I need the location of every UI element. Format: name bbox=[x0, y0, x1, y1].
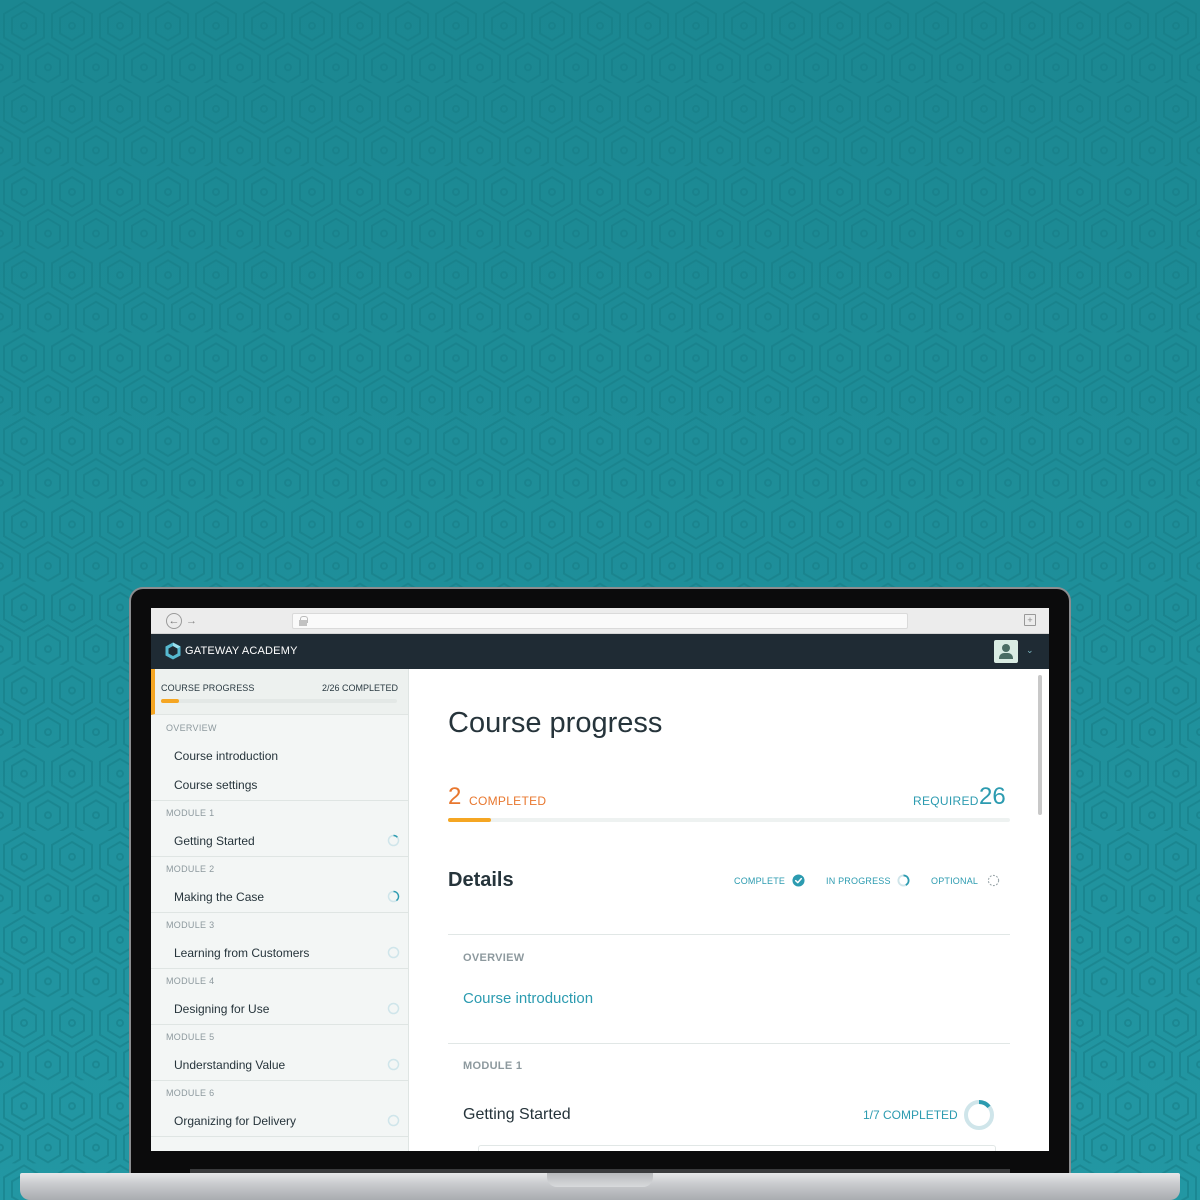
sidebar-divider bbox=[151, 912, 408, 913]
sidebar-progress-fill bbox=[161, 699, 180, 703]
required-label: REQUIRED bbox=[913, 794, 979, 808]
sidebar-section-module-6: MODULE 6 bbox=[166, 1088, 215, 1098]
sidebar-item-designing-for-use[interactable]: Designing for Use bbox=[174, 1002, 269, 1016]
check-circle-icon bbox=[792, 874, 805, 887]
overview-section-label: OVERVIEW bbox=[463, 952, 525, 964]
sidebar-progress-label: COURSE PROGRESS bbox=[161, 683, 255, 693]
progress-ring-icon bbox=[387, 834, 400, 847]
course-introduction-link[interactable]: Course introduction bbox=[463, 990, 593, 1007]
required-count: 26 bbox=[979, 783, 1006, 810]
legend-optional-label: OPTIONAL bbox=[931, 876, 979, 886]
app-header: GATEWAY ACADEMY ⌄ bbox=[151, 634, 1049, 669]
module-progress-ring-icon bbox=[964, 1100, 994, 1130]
chevron-down-icon[interactable]: ⌄ bbox=[1026, 645, 1034, 656]
sidebar-section-module-3: MODULE 3 bbox=[166, 920, 215, 930]
sidebar-divider bbox=[151, 1024, 408, 1025]
address-bar[interactable] bbox=[292, 613, 908, 629]
section-divider bbox=[448, 1043, 1010, 1044]
page-title: Course progress bbox=[448, 707, 663, 739]
completed-label: COMPLETED bbox=[469, 794, 547, 808]
progress-ring-icon bbox=[387, 1002, 400, 1015]
course-progress-track bbox=[448, 818, 1010, 822]
avatar-head bbox=[1002, 644, 1010, 652]
sidebar-divider bbox=[151, 1080, 408, 1081]
browser-toolbar: ← → + bbox=[151, 608, 1049, 634]
progress-ring-icon bbox=[387, 946, 400, 959]
course-progress-fill bbox=[448, 818, 492, 822]
sidebar-section-overview: OVERVIEW bbox=[166, 723, 217, 733]
avatar-body bbox=[999, 653, 1013, 659]
ring-track bbox=[387, 1058, 400, 1071]
progress-ring-icon bbox=[387, 1058, 400, 1071]
sidebar-item-course-settings[interactable]: Course settings bbox=[174, 778, 257, 792]
ring-track bbox=[387, 1114, 400, 1127]
module-1-title[interactable]: Getting Started bbox=[463, 1106, 571, 1124]
sidebar-item-getting-started[interactable]: Getting Started bbox=[174, 834, 255, 848]
completed-count: 2 bbox=[448, 783, 462, 810]
app-title[interactable]: GATEWAY ACADEMY bbox=[185, 644, 298, 658]
legend-complete-label: COMPLETE bbox=[734, 876, 786, 886]
ring-track bbox=[387, 1002, 400, 1015]
main-content: Course progress 2 COMPLETED REQUIRED 26 … bbox=[409, 669, 1049, 1151]
progress-ring-icon bbox=[897, 874, 910, 887]
sidebar-item-organizing-for-delivery[interactable]: Organizing for Delivery bbox=[174, 1114, 296, 1128]
sidebar-divider bbox=[151, 968, 408, 969]
sidebar-divider bbox=[151, 800, 408, 801]
back-arrow-icon[interactable]: ← bbox=[166, 613, 182, 629]
forward-arrow-icon[interactable]: → bbox=[186, 613, 197, 629]
sidebar-progress-panel: COURSE PROGRESS 2/26 COMPLETED bbox=[151, 669, 408, 715]
lock-icon bbox=[299, 616, 308, 626]
user-avatar-icon[interactable] bbox=[994, 640, 1018, 663]
module-1-section-label: MODULE 1 bbox=[463, 1060, 523, 1072]
dashed-circle-icon bbox=[987, 874, 1000, 887]
sidebar-divider bbox=[151, 1136, 408, 1137]
sidebar-section-module-2: MODULE 2 bbox=[166, 864, 215, 874]
legend-in-progress-label: IN PROGRESS bbox=[826, 876, 891, 886]
sidebar-item-course-introduction[interactable]: Course introduction bbox=[174, 749, 278, 763]
sidebar-divider bbox=[151, 856, 408, 857]
sidebar-item-making-the-case[interactable]: Making the Case bbox=[174, 890, 264, 904]
course-sidebar: COURSE PROGRESS 2/26 COMPLETED OVERVIEW … bbox=[151, 669, 409, 1151]
sidebar-section-module-1: MODULE 1 bbox=[166, 808, 215, 818]
laptop-notch bbox=[547, 1173, 653, 1187]
ring-track bbox=[387, 946, 400, 959]
progress-ring-icon bbox=[387, 890, 400, 903]
section-divider bbox=[448, 934, 1010, 935]
sidebar-section-module-5: MODULE 5 bbox=[166, 1032, 215, 1042]
module-1-completed-count: 1/7 COMPLETED bbox=[863, 1108, 958, 1122]
laptop-screen: ← → + GATEWAY ACADEMY ⌄ COURSE PROGRESS … bbox=[151, 608, 1049, 1151]
new-tab-icon[interactable]: + bbox=[1024, 614, 1036, 626]
gateway-logo-icon bbox=[165, 642, 181, 660]
sidebar-item-learning-from-customers[interactable]: Learning from Customers bbox=[174, 946, 309, 960]
module-1-lesson-card[interactable] bbox=[478, 1145, 996, 1151]
scrollbar[interactable] bbox=[1038, 675, 1042, 815]
progress-ring-icon bbox=[387, 1114, 400, 1127]
details-heading: Details bbox=[448, 869, 514, 891]
sidebar-item-understanding-value[interactable]: Understanding Value bbox=[174, 1058, 285, 1072]
ring-progress-arc bbox=[978, 1100, 991, 1109]
ring-progress-arc bbox=[393, 834, 398, 838]
sidebar-progress-count: 2/26 COMPLETED bbox=[321, 683, 398, 693]
sidebar-progress-track bbox=[161, 699, 397, 703]
sidebar-section-module-4: MODULE 4 bbox=[166, 976, 215, 986]
